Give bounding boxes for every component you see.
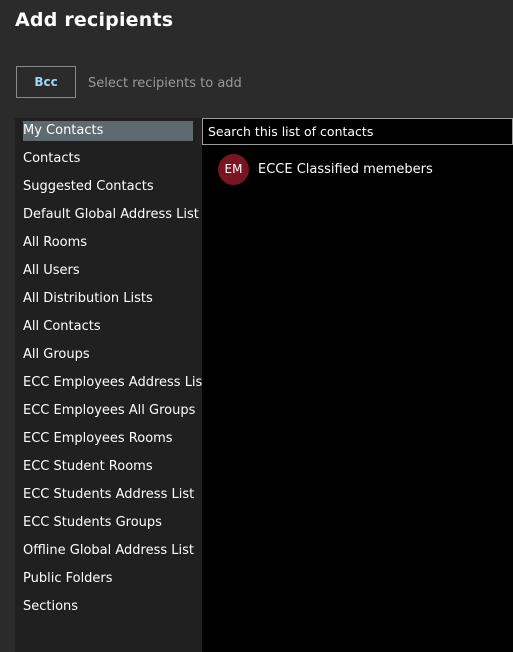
address-list-item-suggested-contacts[interactable]: Suggested Contacts [23, 177, 154, 197]
contacts-panel: EM ECCE Classified memebers [202, 118, 513, 652]
address-list-item-my-contacts[interactable]: My Contacts [23, 121, 193, 141]
dialog-title: Add recipients [15, 9, 174, 31]
address-list-item-ecc-students-groups[interactable]: ECC Students Groups [23, 513, 162, 533]
address-list-item-all-distribution-lists[interactable]: All Distribution Lists [23, 289, 153, 309]
address-list-item-public-folders[interactable]: Public Folders [23, 569, 113, 589]
address-list-item-ecc-employees-rooms[interactable]: ECC Employees Rooms [23, 429, 173, 449]
address-list-item-default-global[interactable]: Default Global Address List [23, 205, 199, 225]
address-list-item-all-rooms[interactable]: All Rooms [23, 233, 87, 253]
contact-name: ECCE Classified memebers [258, 161, 433, 177]
address-list-item-ecc-student-rooms[interactable]: ECC Student Rooms [23, 457, 153, 477]
address-list-item-contacts[interactable]: Contacts [23, 149, 80, 169]
address-list-item-ecc-students-address-list[interactable]: ECC Students Address List [23, 485, 194, 505]
address-list-item-all-groups[interactable]: All Groups [23, 345, 90, 365]
bcc-button[interactable]: Bcc [16, 66, 76, 98]
address-list-item-offline-global[interactable]: Offline Global Address List [23, 541, 194, 561]
contact-list-item[interactable]: EM ECCE Classified memebers [218, 153, 433, 185]
avatar: EM [218, 153, 249, 185]
address-list-item-sections[interactable]: Sections [23, 597, 78, 617]
address-list-item-ecc-employees-all-groups[interactable]: ECC Employees All Groups [23, 401, 195, 421]
contact-search-input[interactable] [202, 118, 513, 145]
address-list-panel: My Contacts Contacts Suggested Contacts … [15, 118, 207, 652]
address-list-item-ecc-employees-address-list[interactable]: ECC Employees Address List [23, 373, 207, 393]
address-list-item-all-contacts[interactable]: All Contacts [23, 317, 101, 337]
recipients-placeholder: Select recipients to add [88, 76, 242, 91]
address-list-item-all-users[interactable]: All Users [23, 261, 80, 281]
